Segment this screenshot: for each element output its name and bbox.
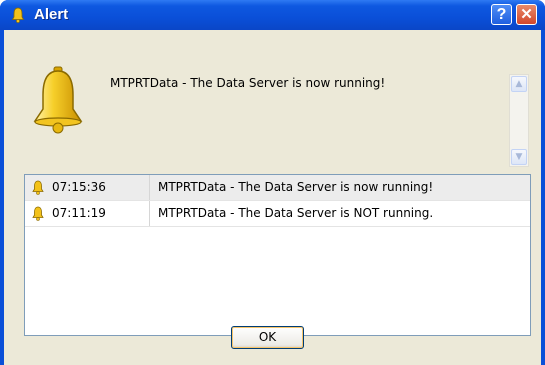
list-item[interactable]: 07:15:36 MTPRTData - The Data Server is … (25, 175, 530, 201)
bell-icon (32, 206, 44, 221)
alert-time: 07:11:19 (52, 206, 106, 220)
dialog-body: MTPRTData - The Data Server is now runni… (4, 30, 541, 365)
alert-time: 07:15:36 (52, 180, 106, 194)
alert-window: Alert ? ✕ MTPRTData - The Data Server is… (0, 0, 545, 365)
list-item[interactable]: 07:11:19 MTPRTData - The Data Server is … (25, 201, 530, 227)
scroll-up-arrow-icon[interactable]: ▲ (511, 76, 527, 92)
close-button[interactable]: ✕ (516, 4, 537, 25)
window-title: Alert (34, 6, 69, 23)
ok-button[interactable]: OK (231, 326, 304, 349)
bell-icon (11, 7, 25, 23)
alert-message: MTPRTData - The Data Server is now runni… (110, 76, 386, 90)
alert-text: MTPRTData - The Data Server is now runni… (158, 180, 434, 194)
alert-history-list[interactable]: 07:15:36 MTPRTData - The Data Server is … (24, 174, 531, 336)
message-scrollbar[interactable]: ▲ ▼ (509, 74, 529, 167)
alert-text: MTPRTData - The Data Server is NOT runni… (158, 206, 434, 220)
time-cell: 07:15:36 (25, 175, 150, 200)
bell-icon (32, 180, 44, 195)
scroll-down-arrow-icon[interactable]: ▼ (511, 149, 527, 165)
bell-icon (33, 66, 83, 134)
time-cell: 07:11:19 (25, 201, 150, 226)
title-bar[interactable]: Alert ? ✕ (0, 0, 545, 30)
help-button[interactable]: ? (491, 4, 512, 25)
